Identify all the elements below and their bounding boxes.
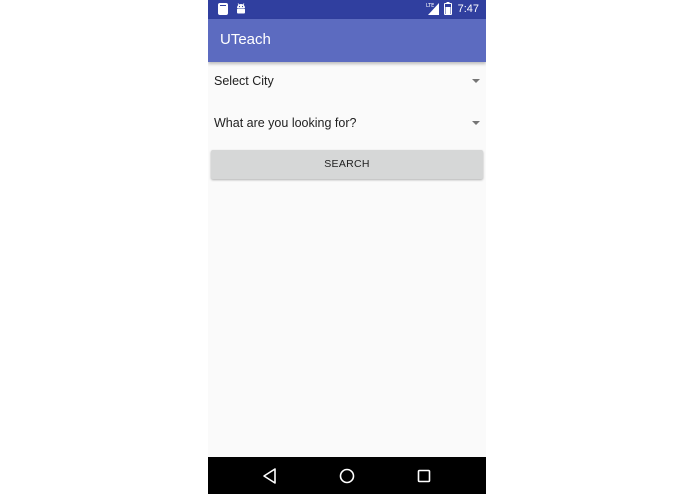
dropdown-arrow-icon bbox=[472, 79, 480, 83]
svg-text:LTE: LTE bbox=[426, 3, 434, 9]
app-bar: UTeach bbox=[208, 19, 486, 62]
lte-signal-icon: LTE bbox=[426, 3, 439, 15]
notification-app-icon bbox=[218, 3, 228, 15]
dropdown-arrow-icon bbox=[472, 121, 480, 125]
home-icon[interactable] bbox=[337, 466, 357, 486]
looking-for-spinner-value: What are you looking for? bbox=[214, 116, 357, 130]
back-icon[interactable] bbox=[260, 466, 280, 486]
phone-screen: LTE 7:47 UTeach Select City What are you… bbox=[208, 0, 486, 494]
search-button[interactable]: SEARCH bbox=[211, 150, 483, 179]
navigation-bar bbox=[208, 457, 486, 494]
status-system: LTE 7:47 bbox=[426, 2, 479, 15]
status-notifications bbox=[218, 3, 246, 15]
app-title: UTeach bbox=[220, 31, 271, 48]
recents-icon[interactable] bbox=[414, 466, 434, 486]
city-spinner[interactable]: Select City bbox=[208, 67, 486, 97]
android-icon bbox=[237, 3, 245, 14]
status-bar: LTE 7:47 bbox=[208, 0, 486, 19]
status-time: 7:47 bbox=[457, 2, 479, 15]
looking-for-spinner[interactable]: What are you looking for? bbox=[208, 109, 486, 139]
battery-icon bbox=[443, 2, 452, 15]
city-spinner-value: Select City bbox=[214, 74, 274, 88]
